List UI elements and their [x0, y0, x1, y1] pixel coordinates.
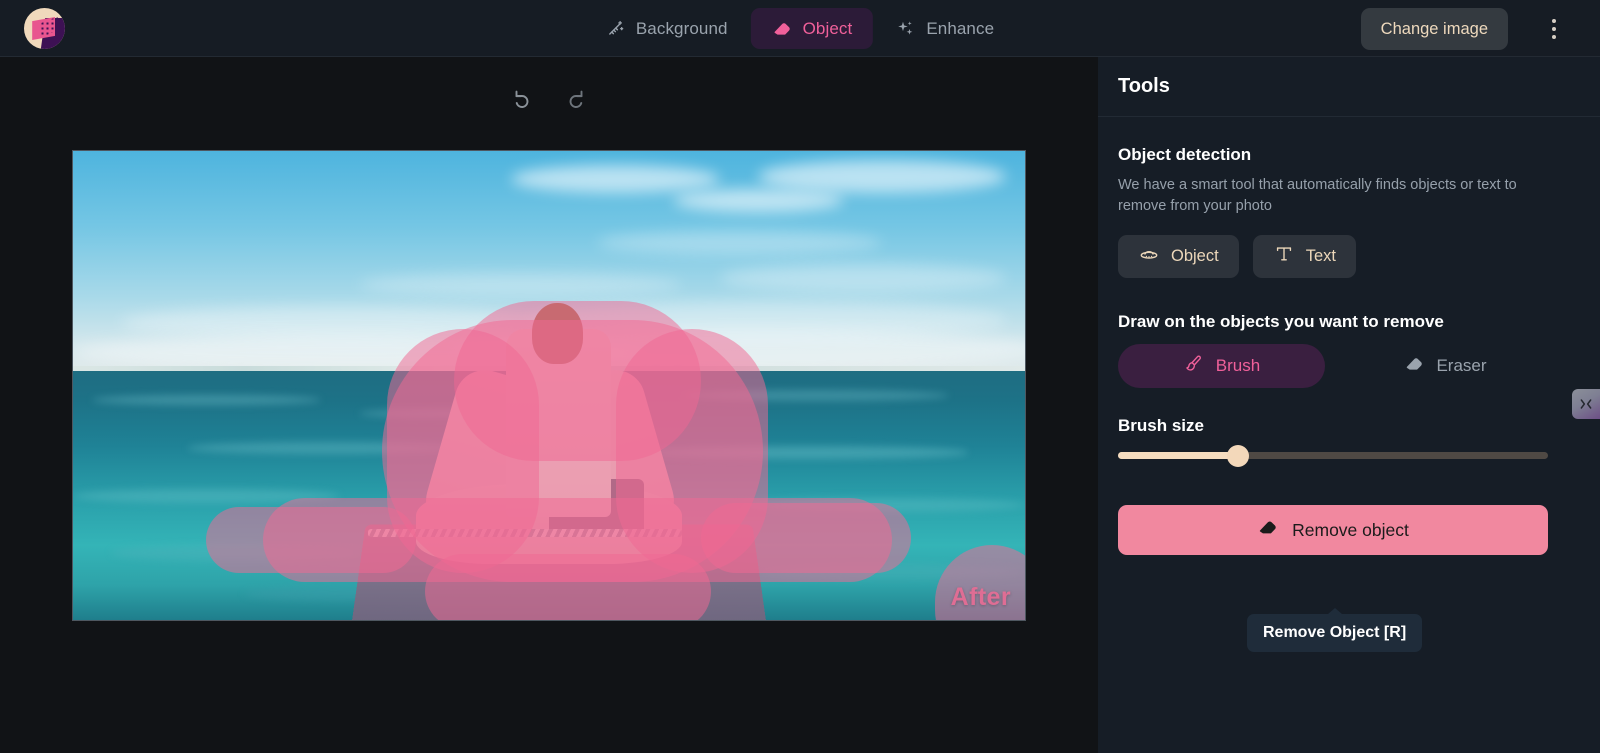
remove-object-button[interactable]: Remove object: [1118, 505, 1548, 556]
tab-enhance[interactable]: Enhance: [875, 8, 1015, 49]
draw-instruction: Draw on the objects you want to remove: [1118, 312, 1444, 332]
object-detection-title: Object detection: [1118, 145, 1252, 164]
tools-panel: Tools Object detection We have a smart t…: [1098, 57, 1600, 753]
redo-icon[interactable]: [558, 82, 592, 116]
after-badge: After: [950, 583, 1011, 611]
tab-object[interactable]: Object: [750, 8, 874, 49]
tab-enhance-label: Enhance: [926, 18, 995, 38]
detection-buttons: Object Text: [1118, 235, 1580, 279]
tab-background[interactable]: Background: [585, 8, 749, 49]
photo-content: After: [73, 151, 1025, 620]
ufo-icon: [1138, 243, 1160, 270]
edited-photo[interactable]: After: [72, 150, 1026, 621]
remove-object-tooltip: Remove Object [R]: [1247, 614, 1423, 652]
brush-size-label: Brush size: [1118, 416, 1204, 436]
image-editor-app: Background Object Enhance Change image A…: [0, 0, 1600, 753]
text-t-icon: [1273, 243, 1295, 270]
brush-icon: [1183, 353, 1204, 379]
eraser-icon: [1257, 517, 1278, 543]
magic-wand-icon: [606, 19, 625, 38]
tab-object-label: Object: [802, 18, 853, 38]
canvas-area: After: [0, 57, 1098, 753]
app-logo-icon[interactable]: [24, 8, 65, 49]
detect-text-label: Text: [1305, 247, 1336, 266]
detect-object-label: Object: [1171, 247, 1219, 266]
kebab-menu-icon[interactable]: [1540, 14, 1568, 44]
tools-panel-body: Object detection We have a smart tool th…: [1098, 117, 1600, 652]
history-controls: [506, 82, 592, 116]
eraser-mode-label: Eraser: [1436, 356, 1487, 376]
tab-background-label: Background: [635, 18, 728, 38]
brush-size-slider-thumb[interactable]: [1227, 444, 1250, 467]
eraser-mode-button[interactable]: Eraser: [1342, 344, 1549, 388]
brush-size-slider-fill: [1118, 452, 1239, 460]
brush-size-slider[interactable]: [1118, 444, 1548, 467]
mode-tabs: Background Object Enhance: [585, 8, 1015, 49]
detect-object-button[interactable]: Object: [1118, 235, 1239, 279]
eraser-icon: [1404, 354, 1424, 379]
brush-mode-label: Brush: [1215, 356, 1261, 376]
undo-icon[interactable]: [506, 82, 540, 116]
top-bar: Background Object Enhance Change image: [0, 0, 1600, 57]
collapse-panel-icon[interactable]: [1572, 389, 1600, 419]
page-title: Tools: [1118, 75, 1170, 97]
object-detection-description: We have a smart tool that automatically …: [1118, 177, 1517, 215]
rope: [368, 528, 683, 537]
eraser-icon: [772, 19, 792, 39]
brush-mode-button[interactable]: Brush: [1118, 344, 1325, 389]
remove-object-label: Remove object: [1292, 519, 1409, 540]
draw-mode-group: Brush Eraser: [1118, 344, 1580, 389]
person-head: [531, 303, 584, 365]
change-image-button[interactable]: Change image: [1360, 8, 1508, 50]
sparkles-icon: [896, 19, 915, 38]
tools-panel-header: Tools: [1098, 57, 1600, 117]
detect-text-button[interactable]: Text: [1252, 235, 1356, 279]
